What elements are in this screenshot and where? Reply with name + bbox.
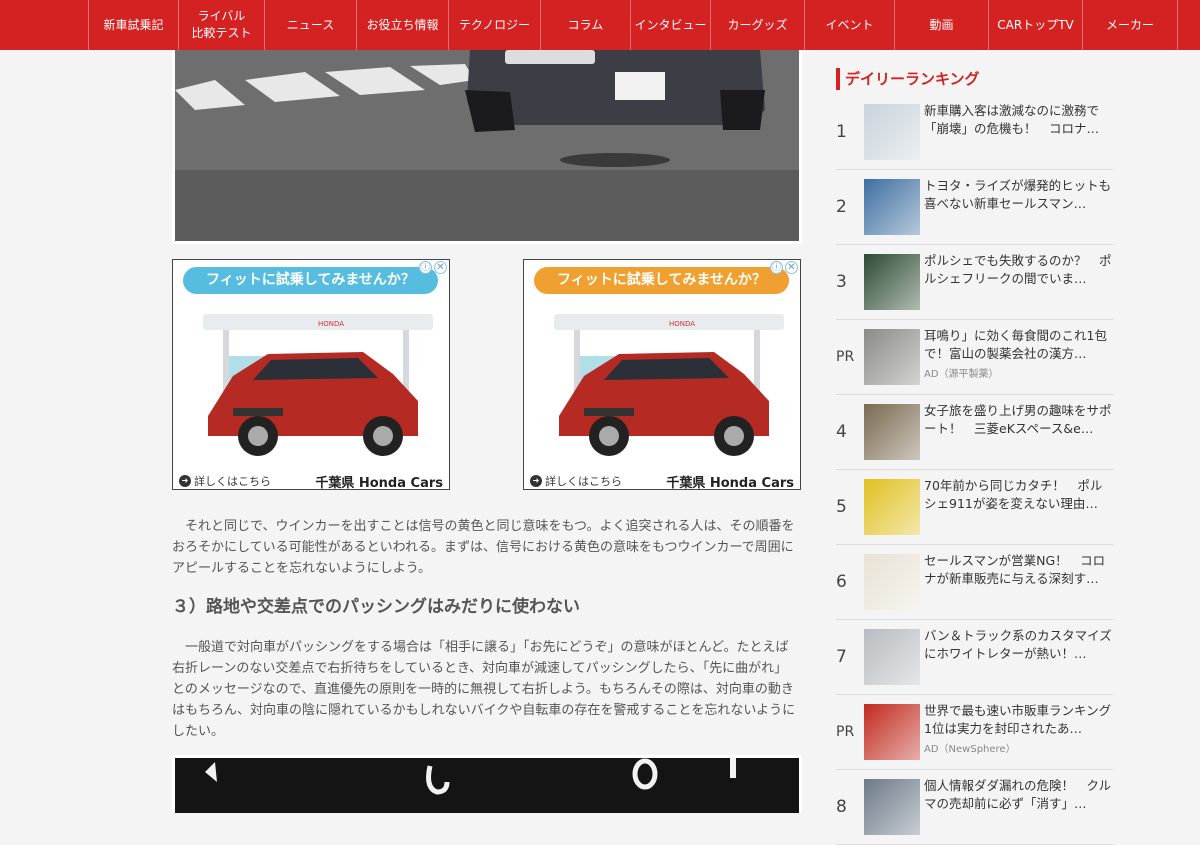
ad-headline: フィットに試乗してみませんか？	[534, 267, 789, 294]
arrow-right-icon: ➜	[179, 475, 191, 487]
ranking-item[interactable]: 5 70年前から同じカタチ！ ポルシェ911が姿を変えない理由…	[836, 470, 1114, 545]
ranking-number: 7	[836, 647, 847, 667]
ranking-number: 4	[836, 422, 847, 442]
nav-item-2[interactable]: ニュース	[264, 0, 356, 50]
ad-close-icon[interactable]: ✕	[434, 261, 447, 274]
ranking-ad-label: AD（NewSphere）	[924, 744, 1016, 755]
ranking-number: PR	[836, 349, 855, 365]
top-nav: 新車試乗記 ライバル 比較テスト ニュース お役立ち情報 テクノロジー コラム インタビュー…	[0, 0, 1200, 50]
ranking-number: 1	[836, 122, 847, 142]
ranking-thumbnail[interactable]	[864, 329, 920, 385]
nav-item-6[interactable]: インタビュー	[630, 0, 710, 50]
ad-info-icon[interactable]: ⓘ	[770, 261, 783, 274]
ranking-item[interactable]: 2 トヨタ・ライズが爆発的ヒットも喜べない新車セールスマン…	[836, 170, 1114, 245]
ad-headline: フィットに試乗してみませんか？	[183, 267, 438, 294]
ranking-thumbnail[interactable]	[864, 104, 920, 160]
ad-more-label: 詳しくはこちら	[194, 475, 271, 488]
nav-item-10[interactable]: CARトップTV	[988, 0, 1082, 50]
ranking-number: 5	[836, 497, 847, 517]
ranking-headline[interactable]: 個人情報ダダ漏れの危険！ クルマの売却前に必ず「消す」…	[924, 777, 1114, 813]
ranking-headline[interactable]: 世界で最も速い市販車ランキング 1位は実力を封印されたあ…	[924, 702, 1114, 738]
ranking-item[interactable]: 1 新車購入客は激減なのに激務で「崩壊」の危機も！ コロナ…	[836, 95, 1114, 170]
ranking-headline[interactable]: ポルシェでも失敗するのか？ ポルシェフリークの間でいま…	[924, 252, 1114, 288]
ranking-thumbnail[interactable]	[864, 554, 920, 610]
ranking-number: PR	[836, 724, 855, 740]
honda-store-car-illustration: HONDA	[203, 314, 433, 456]
ranking-thumbnail[interactable]	[864, 779, 920, 835]
ranking-thumbnail[interactable]	[864, 629, 920, 685]
ad-info-icon[interactable]: ⓘ	[419, 261, 432, 274]
ranking-headline[interactable]: セールスマンが営業NG！ コロナが新車販売に与える深刻す…	[924, 552, 1114, 588]
ad-more-link[interactable]: ➜ 詳しくはこちら	[530, 473, 622, 489]
ranking-item[interactable]: PR 耳鳴り」に効く毎食間のこれ1包で！富山の製薬会社の漢方… AD（源平製薬）	[836, 320, 1114, 395]
ranking-thumbnail[interactable]	[864, 479, 920, 535]
article-heading: ３）路地や交差点でのパッシングはみだりに使わない	[172, 597, 580, 617]
ad-footer: ➜ 詳しくはこちら 千葉県 Honda Cars	[524, 470, 800, 490]
nav-item-5[interactable]: コラム	[540, 0, 630, 50]
article-paragraph-2: 一般道で対向車がパッシングをする場合は「相手に譲る」「お先にどうぞ」の意味がほと…	[172, 640, 796, 739]
ranking-headline[interactable]: 新車購入客は激減なのに激務で「崩壊」の危機も！ コロナ…	[924, 102, 1114, 138]
ranking-title: デイリーランキング	[836, 68, 980, 90]
ranking-thumbnail[interactable]	[864, 254, 920, 310]
ranking-item[interactable]: 7 バン＆トラック系のカスタマイズにホワイトレターが熱い！…	[836, 620, 1114, 695]
ad-brand: 千葉県 Honda Cars	[315, 476, 443, 490]
ad-honda-fit-1[interactable]: フィットに試乗してみませんか？ ⓘ ✕ HONDA ➜ 詳しくはこちら 千葉県 H…	[172, 259, 450, 490]
nav-item-11[interactable]: メーカー	[1082, 0, 1178, 50]
speedometer-image	[175, 758, 799, 813]
ranking-item[interactable]: 8 個人情報ダダ漏れの危険！ クルマの売却前に必ず「消す」…	[836, 770, 1114, 845]
ad-controls: ⓘ ✕	[770, 261, 798, 274]
article-paragraph-1: それと同じで、ウインカーを出すことは信号の黄色と同じ意味をもつ。よく追突される人…	[172, 519, 795, 576]
ad-honda-fit-2[interactable]: フィットに試乗してみませんか？ ⓘ ✕ HONDA ➜ 詳しくはこちら 千葉県 H…	[523, 259, 801, 490]
ranking-headline[interactable]: バン＆トラック系のカスタマイズにホワイトレターが熱い！…	[924, 627, 1114, 663]
ad-footer: ➜ 詳しくはこちら 千葉県 Honda Cars	[173, 470, 449, 490]
honda-store-car-illustration: HONDA	[554, 314, 784, 456]
nav-item-0[interactable]: 新車試乗記	[88, 0, 178, 50]
ranking-item[interactable]: 6 セールスマンが営業NG！ コロナが新車販売に与える深刻す…	[836, 545, 1114, 620]
nav-list: 新車試乗記 ライバル 比較テスト ニュース お役立ち情報 テクノロジー コラム インタビュー…	[88, 0, 1178, 50]
nav-item-4[interactable]: テクノロジー	[448, 0, 540, 50]
ranking-headline[interactable]: 70年前から同じカタチ！ ポルシェ911が姿を変えない理由…	[924, 477, 1114, 513]
ranking-thumbnail[interactable]	[864, 404, 920, 460]
ranking-number: 2	[836, 197, 847, 217]
nav-item-9[interactable]: 動画	[894, 0, 988, 50]
ranking-thumbnail[interactable]	[864, 704, 920, 760]
ad-brand: 千葉県 Honda Cars	[666, 476, 794, 490]
article-photo-bottom	[172, 755, 802, 813]
article-photo-top	[172, 50, 802, 244]
nav-item-7[interactable]: カーグッズ	[710, 0, 804, 50]
ranking-number: 3	[836, 272, 847, 292]
arrow-right-icon: ➜	[530, 475, 542, 487]
ad-more-label: 詳しくはこちら	[545, 475, 622, 488]
ranking-headline[interactable]: 女子旅を盛り上げ男の趣味をサポート！ 三菱eKスペース&e…	[924, 402, 1114, 438]
ranking-thumbnail[interactable]	[864, 179, 920, 235]
ad-more-link[interactable]: ➜ 詳しくはこちら	[179, 473, 271, 489]
road-car-image	[175, 50, 799, 241]
ad-store-sign: HONDA	[669, 320, 695, 328]
ranking-item[interactable]: 3 ポルシェでも失敗するのか？ ポルシェフリークの間でいま…	[836, 245, 1114, 320]
ad-close-icon[interactable]: ✕	[785, 261, 798, 274]
ranking-number: 8	[836, 797, 847, 817]
nav-item-1[interactable]: ライバル 比較テスト	[178, 0, 264, 50]
ranking-headline[interactable]: トヨタ・ライズが爆発的ヒットも喜べない新車セールスマン…	[924, 177, 1114, 213]
ranking-headline[interactable]: 耳鳴り」に効く毎食間のこれ1包で！富山の製薬会社の漢方…	[924, 327, 1114, 363]
ranking-ad-label: AD（源平製薬）	[924, 369, 999, 380]
ad-controls: ⓘ ✕	[419, 261, 447, 274]
ranking-item[interactable]: PR 世界で最も速い市販車ランキング 1位は実力を封印されたあ… AD（NewSph…	[836, 695, 1114, 770]
nav-item-3[interactable]: お役立ち情報	[356, 0, 448, 50]
ad-store-sign: HONDA	[318, 320, 344, 328]
ranking-item[interactable]: 4 女子旅を盛り上げ男の趣味をサポート！ 三菱eKスペース&e…	[836, 395, 1114, 470]
ranking-number: 6	[836, 572, 847, 592]
nav-item-8[interactable]: イベント	[804, 0, 894, 50]
